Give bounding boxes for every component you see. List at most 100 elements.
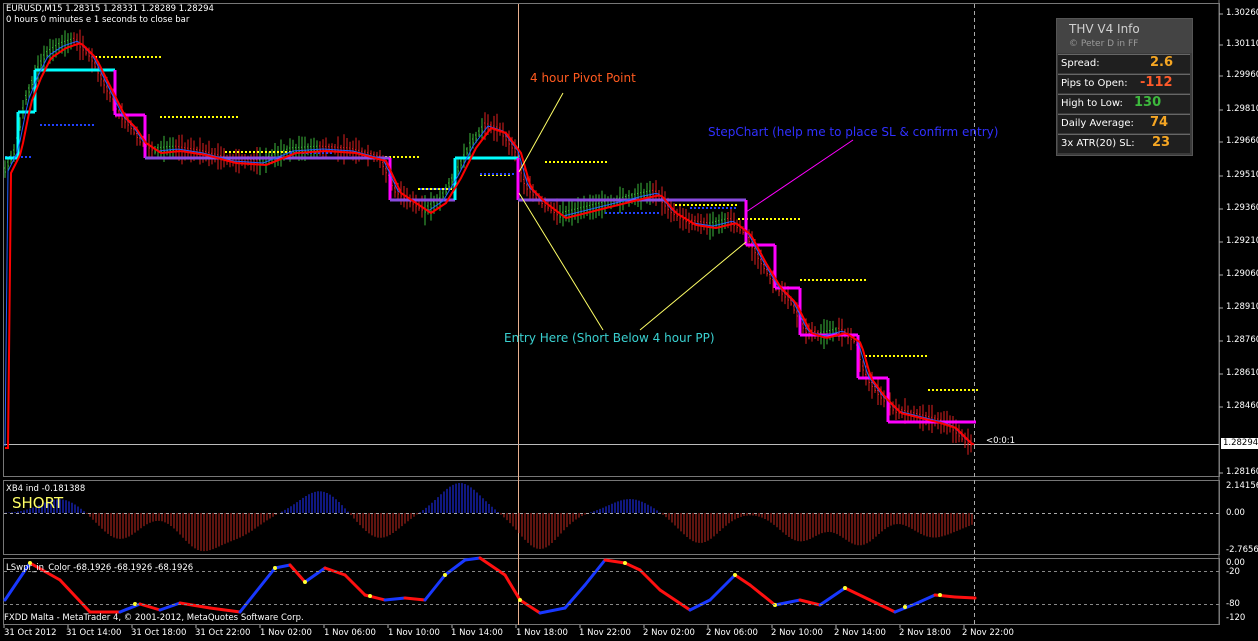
pivot-dot [236,116,238,118]
pivot-dot [852,279,854,281]
info-row-label: Spread: [1061,58,1100,69]
pivot-dot [766,218,768,220]
pivot-dot [917,355,919,357]
pivot-dot [413,156,415,158]
time-label: 31 Oct 22:00 [195,628,251,638]
pivot-dot [192,116,194,118]
lswpr-segment [478,556,507,577]
pivot-dot [629,212,631,214]
price-label: 1.28760 [1226,335,1258,345]
lswpr-segment [58,578,92,614]
lswpr-segment [208,606,242,614]
pivot-dot [430,188,432,190]
pivot-dot [285,151,287,153]
time-label: 2 Nov 06:00 [706,628,758,638]
pivot-dot [172,116,174,118]
pivot-dot [790,218,792,220]
entry-annotation: Entry Here (Short Below 4 hour PP) [504,331,715,345]
lswpr-segment [583,558,607,587]
pivot-dot [633,212,635,214]
lswpr-segment [538,606,567,615]
pivot-dot [99,56,101,58]
pivot-dot [778,218,780,220]
pivot-dot [397,156,399,158]
lswpr-segment [658,588,692,612]
pivot-dot [909,355,911,357]
pivot-dot [569,161,571,163]
pivot-dot [690,207,692,209]
pivot-dot [92,124,94,126]
pivot-dot [111,56,113,58]
pivot-dot [840,279,842,281]
pivot-dot [794,218,796,220]
xb4-axis-label: 0.00 [1226,508,1245,518]
pivot-dot [64,124,66,126]
pivot-dot [581,161,583,163]
pivot-dot [228,116,230,118]
pivot-dot [972,389,974,391]
pivot-dot [687,204,689,206]
lswpr-turn-dot [303,580,307,584]
pivot-dot [48,124,50,126]
pivot-dot [225,151,227,153]
lswpr-turn-dot [443,573,447,577]
pivot-dot [424,188,426,190]
pivot-dot [605,212,607,214]
short-signal: SHORT [12,494,64,512]
time-label: 2 Nov 14:00 [834,628,886,638]
lswpr-segment [343,573,367,597]
pivot-dot [561,161,563,163]
pivot-dot [812,279,814,281]
pivot-dot [881,355,883,357]
pivot-dot [151,56,153,58]
pivot-dot [901,355,903,357]
pivot-dot [657,212,659,214]
lswpr-turn-dot [518,598,522,602]
pivot-dot [44,124,46,126]
lswpr-segment [503,573,522,602]
pivot-dot [609,212,611,214]
time-label: 1 Nov 18:00 [516,628,568,638]
pivot-dot [675,204,677,206]
time-label: 2 Nov 18:00 [899,628,951,638]
pivot-dot [691,204,693,206]
lswpr-turn-dot [273,566,277,570]
pivot-dot [504,173,506,175]
pivot-dot [742,218,744,220]
pivot-dot [645,212,647,214]
pivot-dot [84,124,86,126]
pivot-dot [856,279,858,281]
pivot-dot [714,207,716,209]
time-label: 1 Nov 06:00 [324,628,376,638]
pivot-dot [804,279,806,281]
pivot-dot [585,161,587,163]
pivot-dot [21,156,23,158]
pivot-dot [956,389,958,391]
pivot-dot [180,116,182,118]
pivot-dot [695,204,697,206]
pivot-dot [434,188,436,190]
time-label: 1 Nov 10:00 [388,628,440,638]
pivot-dot [115,56,117,58]
pivot-dot [722,207,724,209]
pivot-dot [711,204,713,206]
lswpr-turn-dot [733,573,737,577]
lswpr-segment [733,573,752,587]
xb4-histogram [5,483,973,552]
pivot-dot [864,279,866,281]
info-row-daily-average: Daily Average: 74 [1058,114,1190,133]
info-row-value: 2.6 [1150,55,1174,70]
pivot-dot [326,152,328,154]
time-label: 1 Nov 22:00 [579,628,631,638]
current-price-box: 1.28294 [1221,438,1258,449]
pivot-dot [625,212,627,214]
pivot-dot [269,151,271,153]
moving-averages [4,40,975,449]
pivot-dot [758,218,760,220]
lswpr-segment [748,583,777,607]
pivot-dot [597,161,599,163]
pivot-dot [159,56,161,58]
lswpr-axis-label: -120 [1226,613,1246,623]
pivot-dot [422,188,424,190]
bar-timer: 0 hours 0 minutes e 1 seconds to close b… [6,15,190,25]
